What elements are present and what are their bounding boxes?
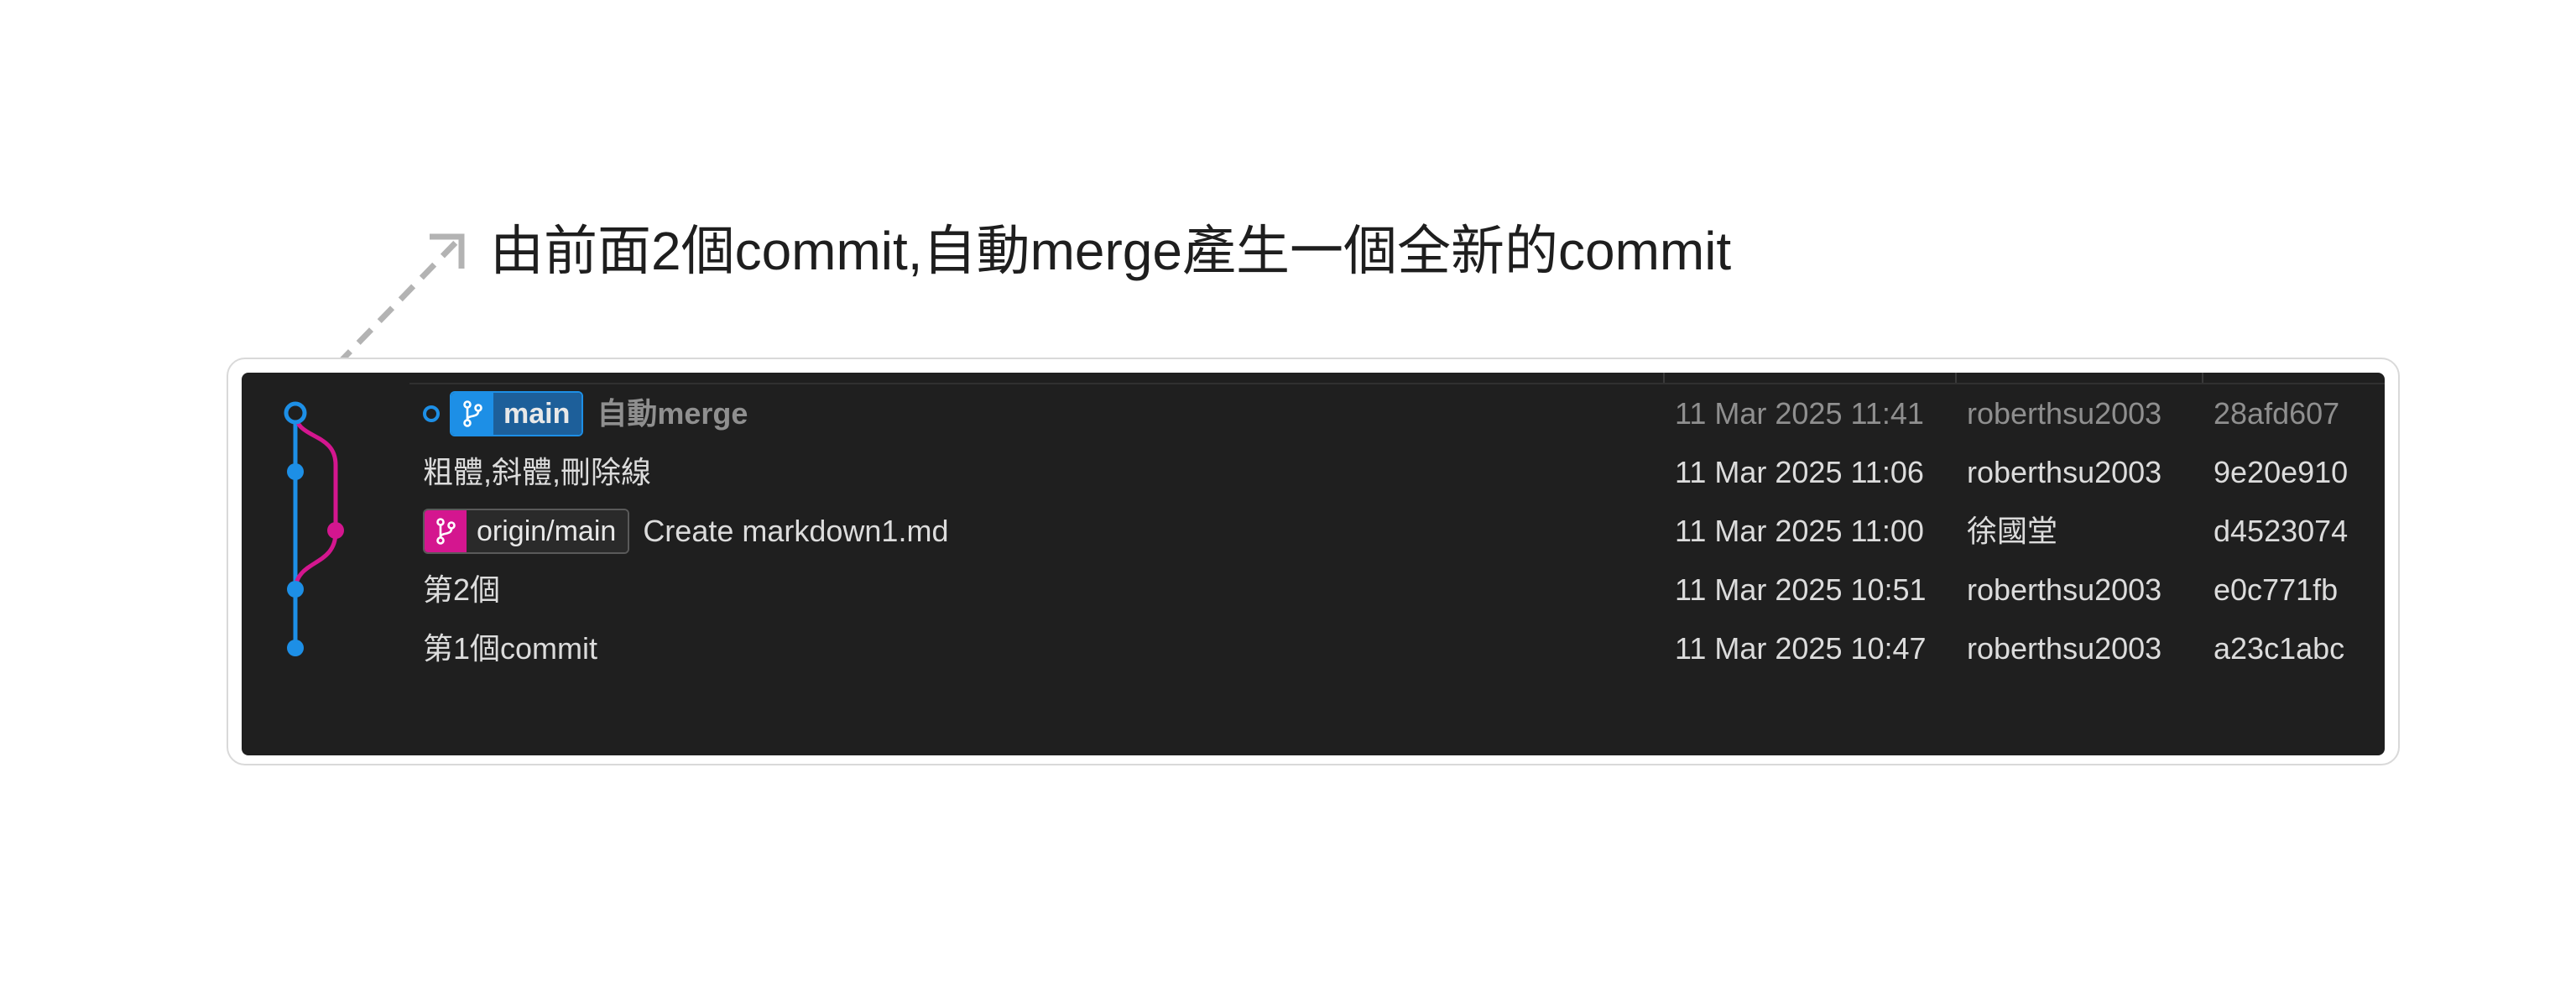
commit-message: 第2個 [423, 572, 501, 607]
commit-message-cell: 粗體,斜體,刪除線 [423, 443, 651, 502]
commit-date: 11 Mar 2025 11:41 [1675, 396, 1924, 431]
commit-date: 11 Mar 2025 10:51 [1675, 572, 1927, 607]
git-graph-panel: main 自動merge 11 Mar 2025 11:41 roberthsu… [242, 373, 2385, 755]
commit-row[interactable]: origin/main Create markdown1.md 11 Mar 2… [242, 502, 2385, 561]
commit-message-cell: 第1個commit [423, 619, 597, 678]
commit-author: 徐國堂 [1967, 514, 2058, 548]
commit-message: Create markdown1.md [643, 514, 949, 548]
commit-row[interactable]: main 自動merge 11 Mar 2025 11:41 roberthsu… [242, 384, 2385, 443]
commit-author: roberthsu2003 [1967, 396, 2162, 431]
branch-badge-label: main [493, 393, 582, 435]
commit-date: 11 Mar 2025 11:06 [1675, 455, 1924, 489]
commit-message: 第1個commit [423, 631, 598, 666]
commit-hash: d4523074 [2214, 514, 2349, 548]
commit-hash: e0c771fb [2214, 572, 2339, 607]
commit-hash: 28afd607 [2214, 396, 2340, 431]
commit-author: roberthsu2003 [1967, 631, 2162, 666]
git-branch-icon [425, 510, 467, 552]
commit-author: roberthsu2003 [1967, 455, 2162, 489]
git-branch-icon [451, 393, 493, 435]
column-separator-author[interactable] [1955, 373, 1957, 383]
commit-hash: a23c1abc [2214, 631, 2345, 666]
branch-badge-label: origin/main [467, 510, 628, 552]
commit-row[interactable]: 第2個 11 Mar 2025 10:51 roberthsu2003 e0c7… [242, 561, 2385, 619]
commit-message-cell: origin/main Create markdown1.md [423, 502, 948, 561]
column-separator-date[interactable] [1663, 373, 1665, 383]
commit-hash: 9e20e910 [2214, 455, 2349, 489]
commit-author: roberthsu2003 [1967, 572, 2162, 607]
commit-date: 11 Mar 2025 10:47 [1675, 631, 1927, 666]
column-separator-hash[interactable] [2202, 373, 2203, 383]
commit-row[interactable]: 第1個commit 11 Mar 2025 10:47 roberthsu200… [242, 619, 2385, 678]
commit-message: 自動merge [597, 396, 748, 431]
branch-badge-origin-main[interactable]: origin/main [423, 509, 630, 554]
annotation-text: 由前面2個commit,自動merge產生一個全新的commit [490, 221, 1732, 281]
commit-date: 11 Mar 2025 11:00 [1675, 514, 1924, 548]
commit-message: 粗體,斜體,刪除線 [423, 455, 652, 489]
branch-badge-main[interactable]: main [450, 391, 584, 436]
commit-message-cell: 第2個 [423, 561, 500, 619]
head-indicator-icon [423, 405, 440, 422]
commit-row[interactable]: 粗體,斜體,刪除線 11 Mar 2025 11:06 roberthsu200… [242, 443, 2385, 502]
commit-message-cell: main 自動merge [423, 384, 748, 443]
